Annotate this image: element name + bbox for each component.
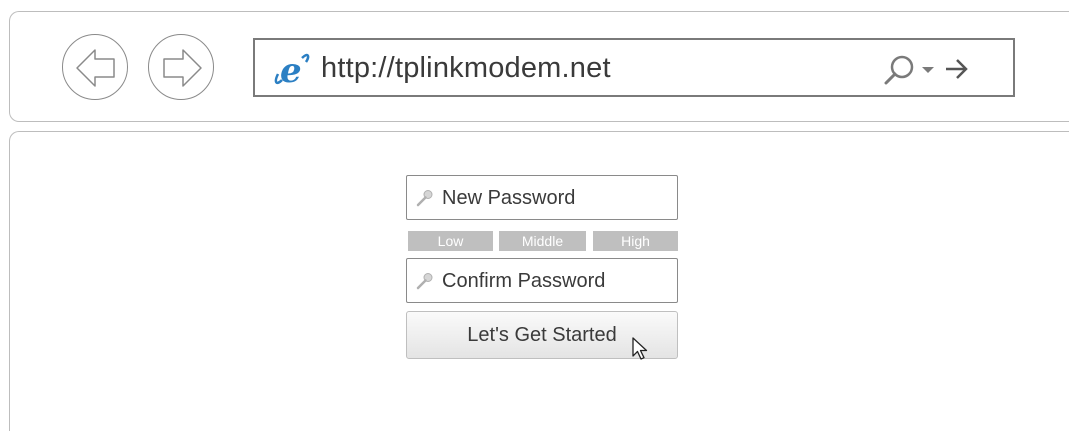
mouse-cursor-icon — [632, 337, 648, 360]
go-arrow-icon[interactable] — [944, 57, 970, 81]
browser-toolbar: e http://tplinkmodem.net — [9, 11, 1069, 122]
address-bar[interactable]: e http://tplinkmodem.net — [253, 38, 1015, 97]
new-password-placeholder: New Password — [442, 187, 576, 209]
svg-text:e: e — [280, 52, 302, 86]
new-password-field[interactable]: New Password — [406, 175, 678, 220]
strength-middle: Middle — [499, 231, 586, 251]
strength-low: Low — [408, 231, 493, 251]
search-icon[interactable] — [882, 53, 916, 87]
back-button[interactable] — [62, 34, 128, 100]
back-arrow-icon — [76, 49, 115, 87]
chevron-down-icon[interactable] — [921, 66, 935, 74]
confirm-password-field[interactable]: Confirm Password — [406, 258, 678, 303]
key-icon — [416, 273, 433, 290]
url-text[interactable]: http://tplinkmodem.net — [321, 52, 611, 85]
internet-explorer-logo: e — [274, 52, 310, 86]
strength-high: High — [593, 231, 678, 251]
forward-arrow-icon — [163, 49, 202, 87]
forward-button[interactable] — [148, 34, 214, 100]
confirm-password-placeholder: Confirm Password — [442, 270, 606, 292]
key-icon — [416, 190, 433, 207]
